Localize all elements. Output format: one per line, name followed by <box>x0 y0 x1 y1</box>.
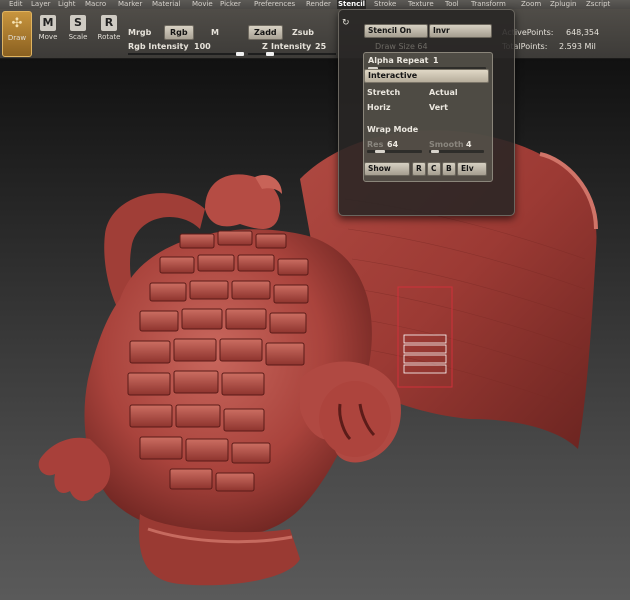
res-label: Res <box>367 140 384 149</box>
menu-macro[interactable]: Macro <box>84 0 107 9</box>
actual-toggle[interactable]: Actual <box>429 88 458 97</box>
menu-material[interactable]: Material <box>151 0 181 9</box>
z-intensity-label: Intensity <box>271 42 312 51</box>
sculpt-model[interactable] <box>0 59 630 600</box>
menu-layer[interactable]: Layer <box>30 0 52 9</box>
menu-bar: Edit Layer Light Macro Marker Material Movie Pi… <box>0 0 630 9</box>
smooth-label: Smooth <box>429 140 464 149</box>
smooth-value: 4 <box>466 140 472 149</box>
menu-edit[interactable]: Edit <box>8 0 24 9</box>
b-button[interactable]: B <box>442 162 456 176</box>
menu-zplugin[interactable]: Zplugin <box>549 0 577 9</box>
menu-render[interactable]: Render <box>305 0 332 9</box>
z-intensity-value: 25 <box>315 42 327 51</box>
vert-toggle[interactable]: Vert <box>429 103 448 112</box>
draw-icon: ✣ <box>11 16 23 31</box>
z-intensity-slider[interactable] <box>248 53 336 55</box>
rgb-intensity-value: 100 <box>194 42 211 51</box>
move-icon: M <box>40 15 56 31</box>
menu-stencil[interactable]: Stencil <box>337 0 367 9</box>
scale-label: Scale <box>68 33 88 41</box>
wrap-mode-toggle[interactable]: Wrap Mode <box>367 125 418 134</box>
m-toggle[interactable]: M <box>211 28 219 37</box>
scale-tool-button[interactable]: S Scale <box>64 11 92 55</box>
zadd-button[interactable]: Zadd <box>248 25 283 40</box>
menu-zoom[interactable]: Zoom <box>520 0 542 9</box>
rgb-intensity-slider[interactable] <box>128 53 240 55</box>
rotate-tool-button[interactable]: R Rotate <box>95 11 123 55</box>
right-fist <box>319 381 391 457</box>
zsub-toggle[interactable]: Zsub <box>292 28 314 37</box>
menu-texture[interactable]: Texture <box>407 0 435 9</box>
scale-icon: S <box>70 15 86 31</box>
canvas-viewport[interactable] <box>0 59 630 600</box>
draw-size-ghost-label: Draw Size 64 <box>375 42 428 51</box>
top-toolbar: ✣ Draw M Move S Scale R Rotate Mrgb Rgb … <box>0 9 630 59</box>
smooth-slider-fill <box>431 150 439 153</box>
active-points-value: 648,354 <box>566 28 600 37</box>
z-intensity-slider-knob[interactable] <box>266 52 274 56</box>
alpha-repeat-value: 1 <box>433 56 439 65</box>
r-button[interactable]: R <box>412 162 426 176</box>
menu-preferences[interactable]: Preferences <box>253 0 296 9</box>
alpha-repeat-label: Alpha Repeat <box>368 56 429 65</box>
menu-zscript[interactable]: Zscript <box>585 0 611 9</box>
menu-transform[interactable]: Transform <box>470 0 507 9</box>
stencil-palette: ↻ Stencil On Invr Alpha Repeat 1 Interac… <box>338 9 515 216</box>
menu-movie[interactable]: Movie <box>191 0 214 9</box>
zbrush-window: Edit Layer Light Macro Marker Material Movie Pi… <box>0 0 630 600</box>
c-button[interactable]: C <box>427 162 441 176</box>
stretch-toggle[interactable]: Stretch <box>367 88 400 97</box>
invr-button[interactable]: Invr <box>429 24 492 38</box>
rgb-intensity-label: Rgb Intensity <box>128 42 189 51</box>
move-tool-button[interactable]: M Move <box>34 11 62 55</box>
show-button[interactable]: Show <box>364 162 410 176</box>
menu-tool[interactable]: Tool <box>444 0 460 9</box>
stencil-on-button[interactable]: Stencil On <box>364 24 428 38</box>
draw-tool-button[interactable]: ✣ Draw <box>2 11 32 57</box>
rotate-icon: R <box>101 15 117 31</box>
draw-label: Draw <box>7 34 27 42</box>
mrgb-toggle[interactable]: Mrgb <box>128 28 151 37</box>
menu-light[interactable]: Light <box>57 0 76 9</box>
refresh-icon[interactable]: ↻ <box>342 19 351 28</box>
rgb-button[interactable]: Rgb <box>164 25 194 40</box>
res-value: 64 <box>387 140 399 149</box>
rotate-label: Rotate <box>97 33 121 41</box>
menu-picker[interactable]: Picker <box>219 0 242 9</box>
menu-stroke[interactable]: Stroke <box>373 0 397 9</box>
z-label: Z <box>262 42 268 51</box>
res-slider-fill <box>375 150 385 153</box>
horiz-toggle[interactable]: Horiz <box>367 103 391 112</box>
move-label: Move <box>38 33 58 41</box>
rgb-intensity-slider-knob[interactable] <box>236 52 244 56</box>
total-points-value: 2.593 Mil <box>559 42 596 51</box>
elv-button[interactable]: Elv <box>457 162 487 176</box>
menu-marker[interactable]: Marker <box>117 0 143 9</box>
interactive-button[interactable]: Interactive <box>364 69 489 83</box>
